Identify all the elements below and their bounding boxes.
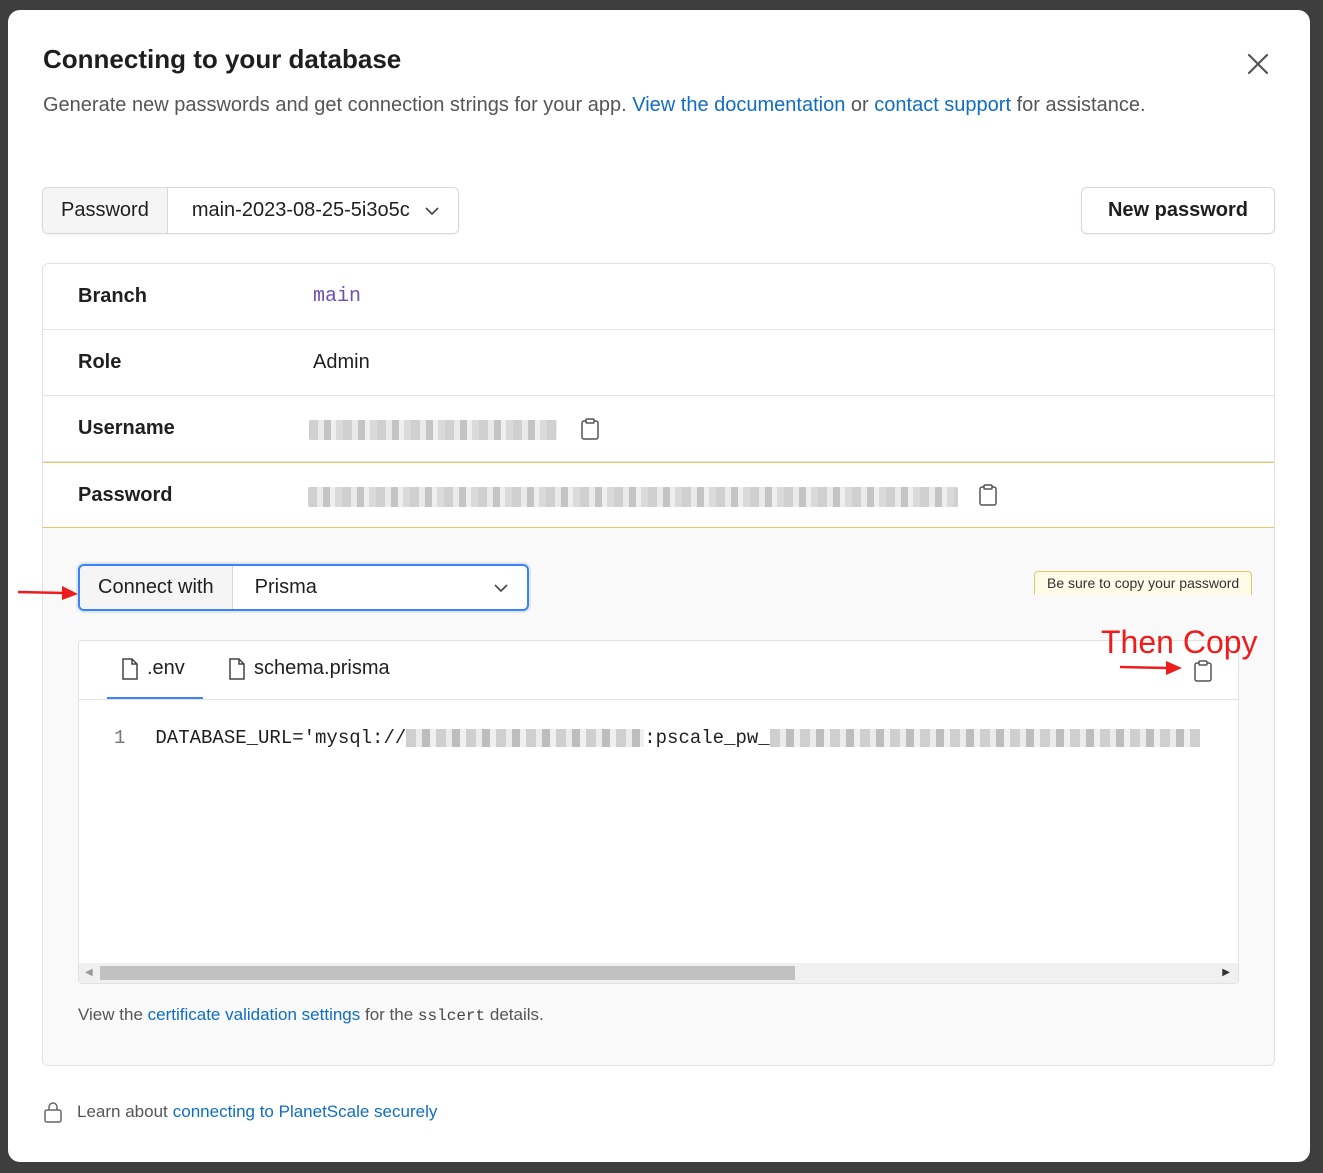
modal-title: Connecting to your database	[43, 44, 402, 74]
modal-subtitle: Generate new passwords and get connectio…	[43, 90, 1163, 121]
line-number: 1	[114, 727, 126, 749]
certificate-note: View the certificate validation settings…	[78, 1005, 544, 1025]
subtitle-tail: for assistance.	[1016, 94, 1146, 116]
cert-suffix: details.	[489, 1005, 544, 1024]
security-footer: Learn about connecting to PlanetScale se…	[43, 1101, 437, 1123]
file-icon	[229, 657, 245, 680]
username-redacted	[406, 728, 645, 747]
branch-label: Branch	[78, 285, 147, 307]
branch-value: main	[313, 285, 362, 308]
arrow-annotation-icon	[1119, 661, 1182, 675]
connect-with-select-group: Connect with Prisma	[78, 564, 529, 611]
scroll-left-icon[interactable]: ◀	[85, 967, 93, 978]
tab-schema-prisma[interactable]: schema.prisma	[228, 657, 390, 680]
password-redacted	[769, 728, 1200, 747]
tab-env[interactable]: .env	[121, 657, 185, 680]
certificate-validation-link[interactable]: certificate validation settings	[148, 1005, 361, 1024]
password-select-group: Password main-2023-08-25-5i3o5c	[42, 187, 459, 234]
scrollbar-thumb[interactable]	[100, 966, 795, 980]
tab-schema-prisma-label: schema.prisma	[254, 657, 390, 679]
scroll-right-icon[interactable]: ▶	[1222, 967, 1230, 978]
active-tab-indicator	[107, 697, 203, 699]
subtitle-or: or	[850, 94, 869, 116]
connect-with-select[interactable]: Prisma	[233, 566, 527, 609]
password-label: Password	[78, 484, 173, 506]
username-label: Username	[78, 417, 175, 439]
role-value: Admin	[313, 351, 370, 373]
code-mid: :pscale_pw_	[644, 727, 770, 749]
tab-env-label: .env	[147, 657, 185, 679]
horizontal-scrollbar[interactable]: ◀ ▶	[79, 963, 1238, 983]
connection-details-panel: Branch main Role Admin Username Be sure …	[42, 263, 1275, 1066]
branch-row: Branch main	[43, 264, 1274, 330]
code-prefix: DATABASE_URL='mysql://	[155, 727, 407, 749]
chevron-down-icon	[425, 206, 439, 215]
password-select-label: Password	[43, 188, 168, 233]
connect-database-modal: Connecting to your database Generate new…	[8, 10, 1310, 1162]
documentation-link[interactable]: View the documentation	[632, 94, 845, 116]
connecting-securely-link[interactable]: connecting to PlanetScale securely	[173, 1102, 438, 1122]
username-row: Username Be sure to copy your password	[43, 396, 1274, 595]
sslcert-code: sslcert	[417, 1007, 486, 1025]
clipboard-icon[interactable]	[1193, 660, 1213, 682]
subtitle-text: Generate new passwords and get connectio…	[43, 94, 627, 116]
clipboard-icon[interactable]	[580, 418, 600, 440]
connect-with-value: Prisma	[254, 576, 317, 598]
then-copy-annotation: Then Copy	[1101, 624, 1258, 660]
password-select[interactable]: main-2023-08-25-5i3o5c	[167, 188, 458, 233]
lock-icon	[44, 1102, 62, 1123]
code-viewer: .env schema.prisma 1 DATABASE_URL='mysql:…	[78, 640, 1239, 984]
role-label: Role	[78, 351, 122, 373]
arrow-annotation-icon	[17, 586, 78, 600]
password-select-value: main-2023-08-25-5i3o5c	[191, 199, 410, 221]
code-line: 1 DATABASE_URL='mysql:// :pscale_pw_	[114, 727, 1200, 749]
password-value-redacted	[308, 487, 958, 507]
password-row: Password	[43, 462, 1274, 528]
cert-middle: for the	[364, 1005, 414, 1024]
clipboard-icon[interactable]	[978, 484, 998, 506]
connect-with-label: Connect with	[80, 566, 233, 609]
footer-text: Learn about	[77, 1102, 168, 1121]
copy-password-hint: Be sure to copy your password	[1034, 571, 1253, 595]
chevron-down-icon	[494, 583, 508, 592]
contact-support-link[interactable]: contact support	[874, 94, 1011, 116]
cert-prefix: View the	[78, 1005, 143, 1024]
role-row: Role Admin	[43, 330, 1274, 396]
file-icon	[122, 657, 138, 680]
username-value-redacted	[309, 420, 557, 440]
close-icon[interactable]	[1244, 50, 1272, 78]
new-password-button[interactable]: New password	[1081, 187, 1275, 234]
file-tabs: .env schema.prisma	[79, 641, 1238, 700]
